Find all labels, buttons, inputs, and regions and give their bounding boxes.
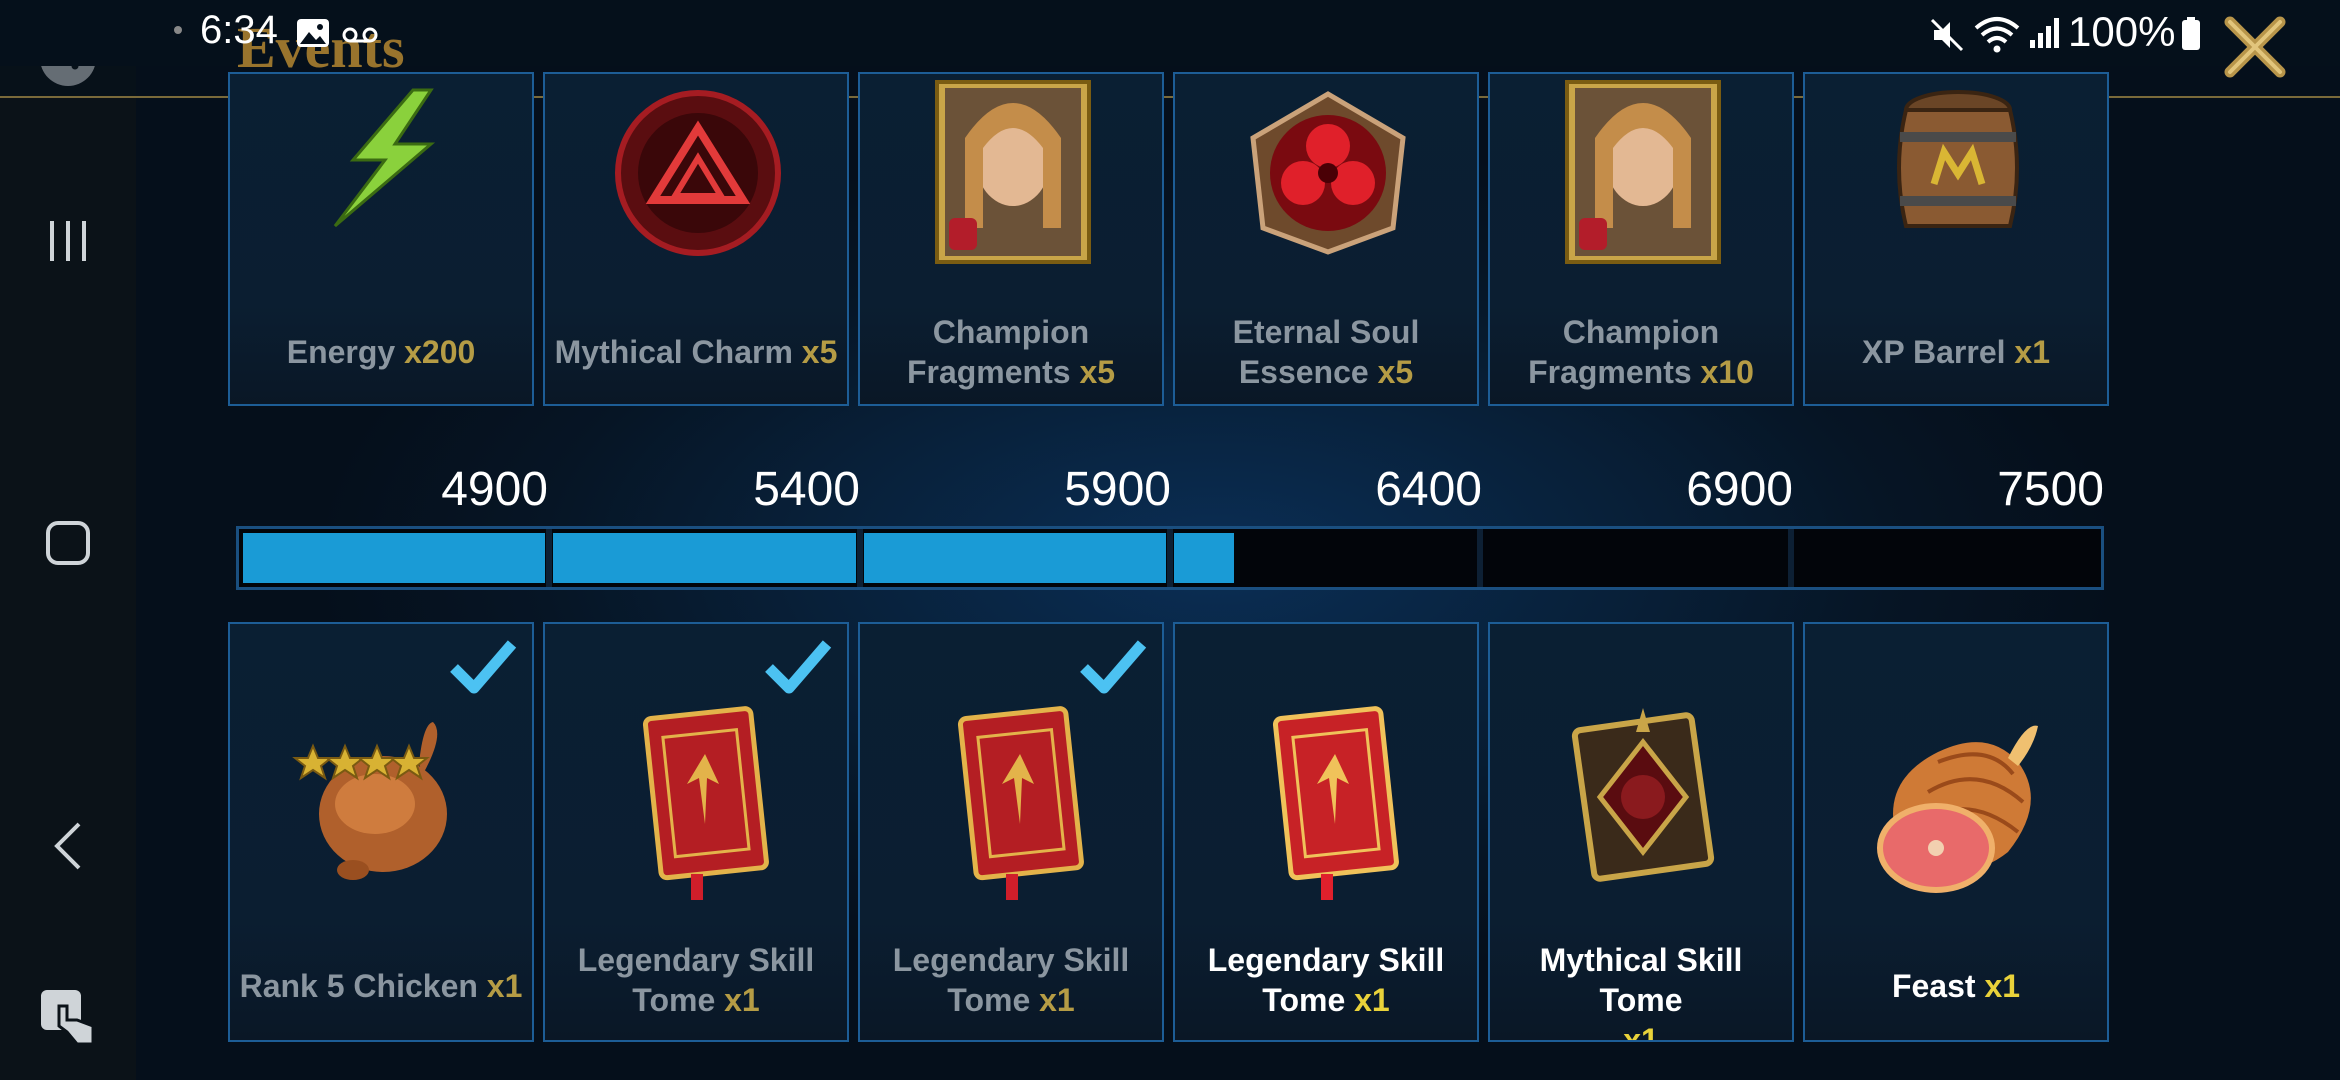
reward-label: Legendary Skill Tome x1 [1207, 942, 1445, 1018]
mute-icon [1930, 18, 1964, 57]
legendary-tome-icon [860, 704, 1162, 904]
energy-bolt-icon [230, 88, 532, 228]
reward-label: Champion Fragments x10 [1528, 314, 1754, 390]
legendary-tome-icon [1175, 704, 1477, 904]
reward-card-mythical-charm[interactable]: Mythical Charm x5 [543, 72, 849, 406]
reward-label: Legendary Skill Tome x1 [577, 942, 815, 1018]
progress-segment [1794, 533, 2097, 583]
home-icon[interactable] [0, 516, 136, 570]
reward-card-rank5-chicken[interactable]: Rank 5 Chicken x1 [228, 622, 534, 1042]
wifi-icon [1974, 16, 2020, 59]
back-icon[interactable] [0, 818, 136, 874]
voicemail-icon [342, 26, 378, 49]
soul-essence-icon [1175, 88, 1477, 258]
progress-segment-fill [243, 533, 546, 583]
reward-label: XP Barrel x1 [1862, 334, 2050, 370]
gallery-notification-icon [296, 18, 330, 53]
mythical-tome-icon [1490, 702, 1792, 892]
claimed-check-icon [448, 636, 518, 701]
reward-label: Energy x200 [286, 334, 476, 370]
progress-segment-fill [863, 533, 1166, 583]
progress-divider [1167, 529, 1173, 587]
progress-segment-fill [1174, 533, 1235, 583]
legendary-tome-icon [545, 704, 847, 904]
reward-label: Eternal Soul Essence x5 [1232, 314, 1420, 390]
reward-label: Rank 5 Chicken x1 [239, 968, 523, 1004]
progress-divider [856, 529, 863, 587]
reward-card-legendary-tome-1[interactable]: Legendary Skill Tome x1 [543, 622, 849, 1042]
reward-label: Champion Fragments x5 [906, 314, 1116, 390]
mythical-charm-icon [545, 88, 847, 258]
progress-bar [236, 526, 2104, 590]
progress-divider [1787, 529, 1794, 587]
reward-card-feast[interactable]: Feast x1 [1803, 622, 2109, 1042]
notification-dot-icon [174, 26, 182, 34]
touch-protection-icon[interactable] [0, 984, 136, 1050]
progress-tick-label: 4900 [441, 463, 548, 516]
reward-card-champion-fragments-5[interactable]: Champion Fragments x5 [858, 72, 1164, 406]
signal-icon [2028, 16, 2060, 55]
close-icon[interactable] [2222, 16, 2288, 83]
progress-divider [1477, 529, 1484, 587]
navigation-rail [0, 0, 136, 1080]
status-time: 6:34 [200, 8, 278, 52]
progress-tick-label: 7500 [1997, 463, 2104, 516]
champion-card-icon [1490, 78, 1792, 268]
claimed-check-icon [1078, 636, 1148, 701]
recent-apps-icon[interactable] [0, 214, 136, 268]
reward-card-champion-fragments-10[interactable]: Champion Fragments x10 [1488, 72, 1794, 406]
progress-segment [1484, 533, 1787, 583]
feast-ham-icon [1805, 702, 2107, 902]
progress-tick-label: 6900 [1686, 463, 1793, 516]
reward-label: Legendary Skill Tome x1 [892, 942, 1130, 1018]
champion-card-icon [860, 78, 1162, 268]
reward-card-xp-barrel[interactable]: XP Barrel x1 [1803, 72, 2109, 406]
reward-label: Mythical Skill Tome x1 [1539, 942, 1743, 1042]
rank5-chicken-icon [230, 694, 532, 894]
claimed-check-icon [763, 636, 833, 701]
progress-divider [546, 529, 553, 587]
progress-segment-fill [553, 533, 856, 583]
reward-card-eternal-soul-essence[interactable]: Eternal Soul Essence x5 [1173, 72, 1479, 406]
reward-card-mythical-tome[interactable]: Mythical Skill Tome x1 [1488, 622, 1794, 1042]
reward-label: Mythical Charm x5 [554, 334, 838, 370]
battery-icon [2180, 16, 2202, 57]
reward-card-legendary-tome-2[interactable]: Legendary Skill Tome x1 [858, 622, 1164, 1042]
reward-card-energy[interactable]: Energy x200 [228, 72, 534, 406]
reward-label: Feast x1 [1891, 968, 2021, 1004]
progress-tick-label: 5400 [753, 463, 860, 516]
progress-tick-label: 5900 [1064, 463, 1171, 516]
progress-tick-label: 6400 [1375, 463, 1482, 516]
xp-barrel-icon [1805, 88, 2107, 248]
battery-percent: 100% [2068, 8, 2176, 55]
reward-card-legendary-tome-3[interactable]: Legendary Skill Tome x1 [1173, 622, 1479, 1042]
